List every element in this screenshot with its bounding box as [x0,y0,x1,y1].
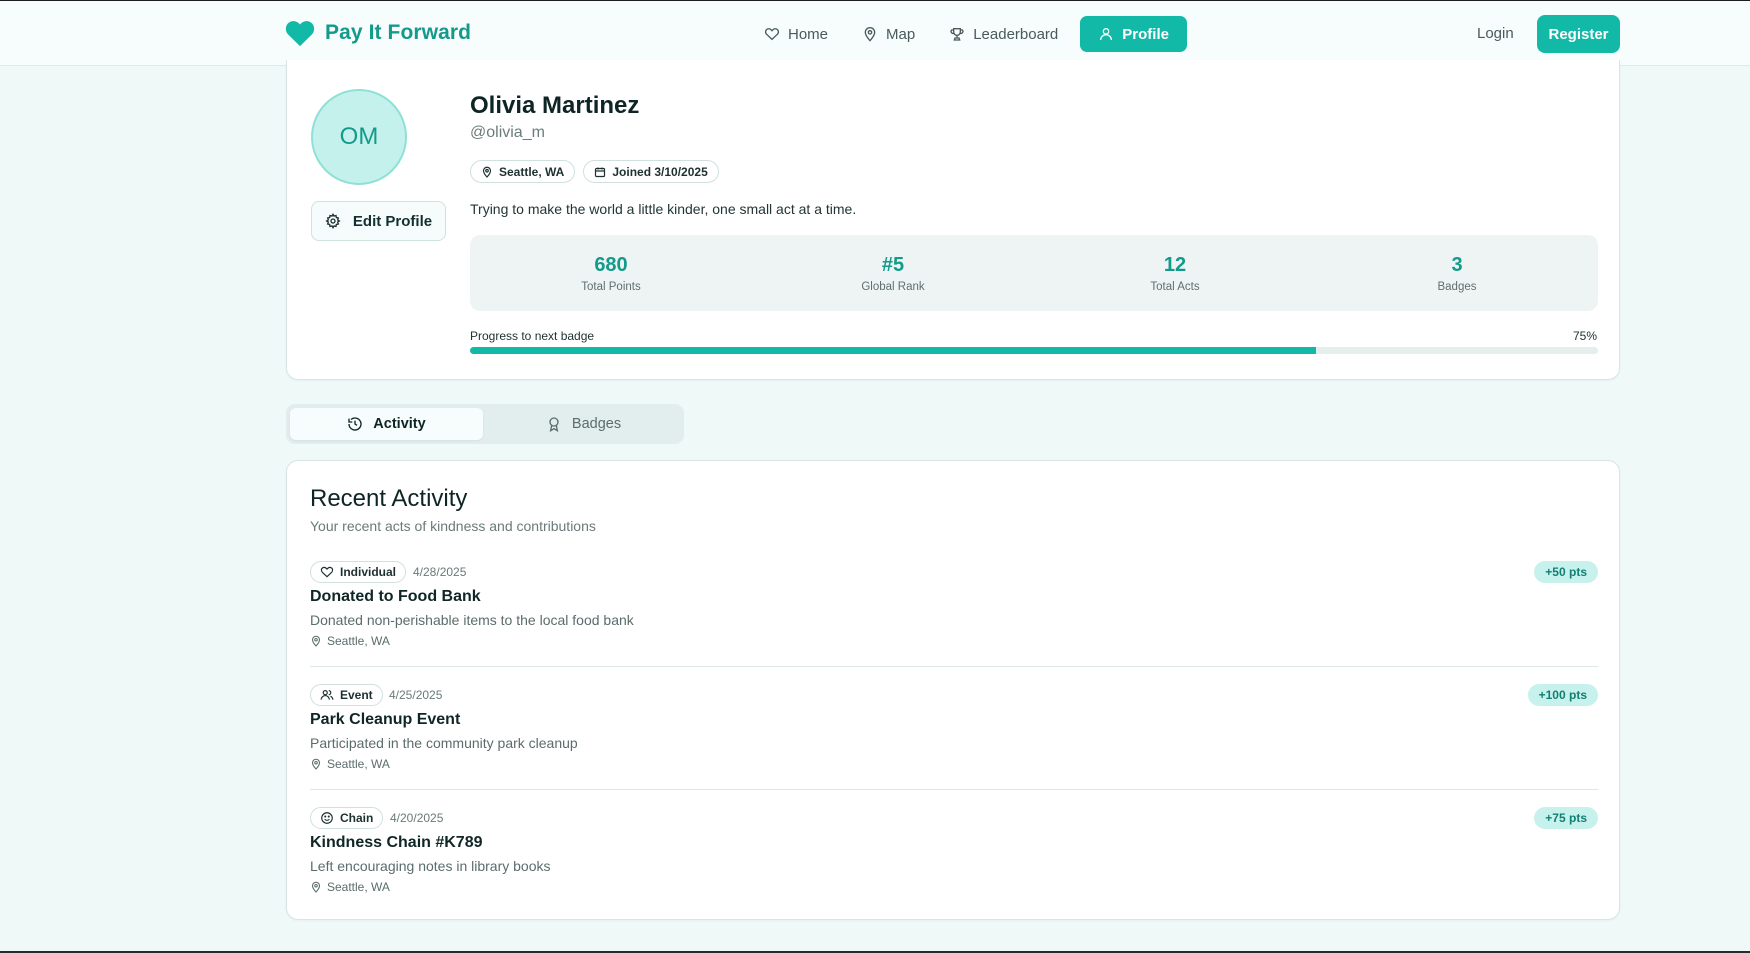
gear-icon [325,213,341,229]
stat-label: Badges [1437,280,1477,293]
location-text: Seattle, WA [327,634,390,648]
activity-type-label: Individual [340,565,397,579]
nav-home[interactable]: Home [752,16,840,52]
map-pin-icon [311,881,321,893]
brand-logo[interactable]: Pay It Forward [285,19,471,47]
heart-logo-icon [285,21,315,47]
map-pin-icon [311,635,321,647]
location-text: Seattle, WA [327,880,390,894]
activity-item-title: Donated to Food Bank [310,588,481,605]
divider [310,666,1598,667]
activity-type-label: Chain [340,811,374,825]
stat-value: 12 [1163,253,1187,276]
profile-bio: Trying to make the world a little kinder… [470,201,857,217]
activity-item: Individual 4/28/2025 +50 pts Donated to … [310,561,1598,671]
stat-badges: 3 Badges [1316,235,1598,311]
activity-item-location: Seattle, WA [310,634,390,648]
activity-date: 4/28/2025 [413,565,467,579]
activity-date: 4/20/2025 [390,811,444,825]
location-text: Seattle, WA [327,757,390,771]
map-pin-icon [482,166,492,178]
heart-icon [320,566,334,578]
profile-name: Olivia Martinez [470,92,640,119]
stat-global-rank: #5 Global Rank [752,235,1034,311]
stat-value: #5 [881,253,905,276]
stat-total-points: 680 Total Points [470,235,752,311]
top-navbar: Pay It Forward Home Map Leaderboard Prof… [0,0,1750,66]
progress-label: Progress to next badge [470,329,595,343]
points-badge: +75 pts [1534,807,1598,829]
profile-tabs: Activity Badges [286,404,684,444]
edit-profile-button[interactable]: Edit Profile [311,201,446,241]
user-icon [1100,28,1113,41]
nav-map[interactable]: Map [850,16,927,52]
tab-activity[interactable]: Activity [290,408,483,440]
stat-total-acts: 12 Total Acts [1034,235,1316,311]
activity-item: Event 4/25/2025 +100 pts Park Cleanup Ev… [310,684,1598,794]
tab-badges[interactable]: Badges [487,408,680,440]
activity-item-title: Kindness Chain #K789 [310,834,483,851]
nav-profile-label: Profile [1122,25,1169,43]
tab-activity-label: Activity [373,416,426,432]
calendar-icon [595,167,606,177]
activity-card: Recent Activity Your recent acts of kind… [286,460,1620,920]
stats-panel: 680 Total Points #5 Global Rank 12 Total… [470,235,1598,311]
login-link[interactable]: Login [1477,25,1514,42]
points-badge: +50 pts [1534,561,1598,583]
smile-icon [321,812,333,824]
joined-text: Joined 3/10/2025 [612,164,708,179]
map-pin-icon [311,758,321,770]
activity-item-location: Seattle, WA [310,757,390,771]
nav-map-label: Map [886,25,916,43]
progress-percent: 75% [1572,329,1597,343]
profile-meta: Seattle, WA Joined 3/10/2025 [470,160,719,183]
nav-profile[interactable]: Profile [1080,16,1187,52]
edit-profile-label: Edit Profile [352,212,433,230]
trophy-icon [950,28,964,41]
activity-item-description: Left encouraging notes in library books [310,858,551,874]
location-chip: Seattle, WA [470,160,576,183]
stat-label: Total Acts [1150,280,1200,293]
activity-item-description: Participated in the community park clean… [310,735,578,751]
activity-date: 4/25/2025 [389,688,443,702]
tab-badges-label: Badges [571,416,622,432]
stat-label: Total Points [581,280,641,293]
activity-type-label: Event [340,688,373,702]
activity-type-badge: Individual [310,561,407,583]
avatar: OM [311,89,407,185]
progress-fill [470,347,1316,354]
activity-title: Recent Activity [310,485,468,512]
joined-chip: Joined 3/10/2025 [583,160,719,183]
activity-item-description: Donated non-perishable items to the loca… [310,612,634,628]
progress-bar [470,347,1598,354]
main-nav: Home Map Leaderboard Profile [752,16,1187,52]
stat-value: 3 [1451,253,1463,276]
map-pin-icon [864,27,876,42]
profile-handle: @olivia_m [470,124,545,141]
stat-label: Global Rank [861,280,925,293]
activity-type-badge: Event [310,684,383,706]
users-icon [320,690,334,700]
activity-item: Chain 4/20/2025 +75 pts Kindness Chain #… [310,807,1598,917]
brand-name: Pay It Forward [325,21,472,44]
activity-type-badge: Chain [310,807,384,829]
nav-leaderboard[interactable]: Leaderboard [937,16,1070,52]
heart-icon [764,28,780,41]
points-badge: +100 pts [1527,684,1598,706]
profile-card: OM Edit Profile Olivia Martinez @olivia_… [286,60,1620,380]
award-icon [549,417,559,432]
activity-item-title: Park Cleanup Event [310,711,461,728]
history-icon [348,417,362,431]
divider [310,789,1598,790]
activity-item-location: Seattle, WA [310,880,390,894]
nav-leaderboard-label: Leaderboard [973,25,1059,43]
location-text: Seattle, WA [499,164,565,179]
stat-value: 680 [594,253,628,276]
nav-home-label: Home [788,25,829,43]
register-button[interactable]: Register [1537,15,1620,53]
activity-subtitle: Your recent acts of kindness and contrib… [310,518,596,534]
